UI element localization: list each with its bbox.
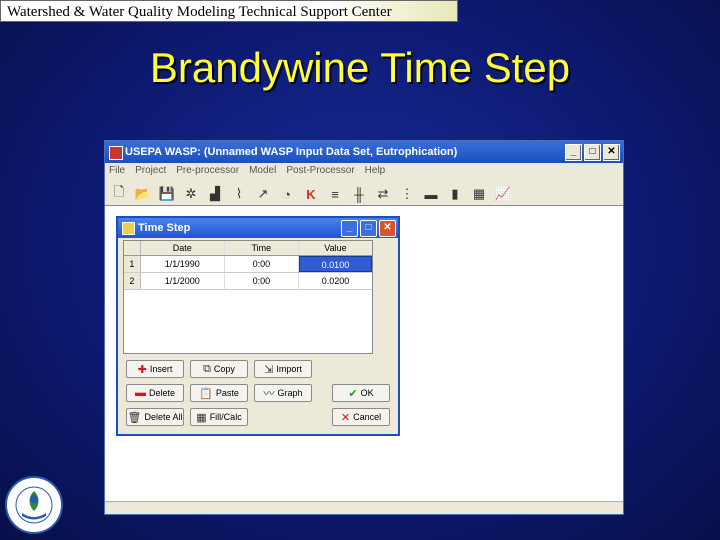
table-row[interactable]: 1 1/1/1990 0:00 0.0100 bbox=[124, 256, 372, 273]
row-number: 2 bbox=[124, 273, 141, 289]
date-column-header[interactable]: Date bbox=[141, 241, 225, 255]
delete-all-button[interactable]: 🗑 Delete All bbox=[126, 408, 184, 426]
delete-button[interactable]: ▬ Delete bbox=[126, 384, 184, 402]
menu-bar: File Project Pre-processor Model Post-Pr… bbox=[105, 163, 623, 179]
insert-button[interactable]: ✚ Insert bbox=[126, 360, 184, 378]
copy-label: Copy bbox=[213, 364, 235, 374]
paste-button[interactable]: 📋 Paste bbox=[190, 384, 248, 402]
menu-project[interactable]: Project bbox=[135, 163, 166, 179]
paste-label: Paste bbox=[215, 388, 239, 398]
time-step-dialog: Time Step _ □ ✕ Date Time Value 1 1/1/19… bbox=[116, 216, 400, 436]
kinetics-icon[interactable]: ◔ bbox=[277, 184, 297, 204]
save-icon[interactable]: 💾 bbox=[157, 184, 177, 204]
minimize-button[interactable]: _ bbox=[565, 144, 582, 161]
output-icon[interactable]: ▮ bbox=[445, 184, 465, 204]
checkmark-icon: ✔ bbox=[348, 387, 358, 400]
delete-label: Delete bbox=[148, 388, 175, 398]
run-icon[interactable]: ↗ bbox=[253, 184, 273, 204]
new-icon[interactable]: 🗋 bbox=[109, 184, 129, 204]
delete-all-label: Delete All bbox=[144, 412, 183, 422]
dialog-maximize-button[interactable]: □ bbox=[360, 220, 377, 237]
date-cell[interactable]: 1/1/2000 bbox=[141, 273, 225, 289]
dialog-close-button[interactable]: ✕ bbox=[379, 220, 396, 237]
fill-calc-button[interactable]: ▦ Fill/Calc bbox=[190, 408, 248, 426]
table-header: Date Time Value bbox=[124, 241, 372, 256]
copy-button[interactable]: ⧉ Copy bbox=[190, 360, 248, 378]
slide-title: Brandywine Time Step bbox=[149, 44, 571, 91]
maximize-button[interactable]: □ bbox=[584, 144, 601, 161]
fill-calc-label: Fill/Calc bbox=[209, 412, 242, 422]
graph-label: Graph bbox=[277, 388, 303, 398]
dialog-minimize-button[interactable]: _ bbox=[341, 220, 358, 237]
minus-icon: ▬ bbox=[134, 387, 146, 399]
copy-icon: ⧉ bbox=[203, 362, 211, 375]
value-cell-selected[interactable]: 0.0100 bbox=[298, 256, 372, 272]
graph-button[interactable]: 〰 Graph bbox=[254, 384, 312, 402]
import-button[interactable]: ⇲ Import bbox=[254, 360, 312, 378]
value-column-header[interactable]: Value bbox=[299, 241, 372, 255]
loads-icon[interactable]: ⋮ bbox=[397, 184, 417, 204]
plus-icon: ✚ bbox=[137, 363, 147, 376]
segments-icon[interactable]: ╫ bbox=[349, 184, 369, 204]
graph-icon[interactable]: ⌇ bbox=[229, 184, 249, 204]
tool-icon[interactable]: ✲ bbox=[181, 184, 201, 204]
open-icon[interactable]: 📂 bbox=[133, 184, 153, 204]
status-bar bbox=[105, 501, 623, 514]
menu-help[interactable]: Help bbox=[365, 163, 386, 179]
cancel-button[interactable]: ✕ Cancel bbox=[332, 408, 390, 426]
dialog-title: Time Step bbox=[138, 222, 191, 234]
boundary-icon[interactable]: ▬ bbox=[421, 184, 441, 204]
k-icon[interactable]: K bbox=[301, 184, 321, 204]
row-number: 1 bbox=[124, 256, 141, 272]
menu-file[interactable]: File bbox=[109, 163, 125, 179]
cancel-label: Cancel bbox=[353, 412, 382, 422]
menu-model[interactable]: Model bbox=[249, 163, 276, 179]
time-column-header[interactable]: Time bbox=[225, 241, 299, 255]
chart-icon[interactable]: ▟ bbox=[205, 184, 225, 204]
trash-icon: 🗑 bbox=[127, 411, 142, 424]
menu-postprocessor[interactable]: Post-Processor bbox=[286, 163, 354, 179]
time-cell[interactable]: 0:00 bbox=[225, 273, 299, 289]
menu-preprocessor[interactable]: Pre-processor bbox=[176, 163, 239, 179]
epa-logo bbox=[4, 475, 64, 535]
graph-icon: 〰 bbox=[263, 388, 275, 400]
insert-label: Insert bbox=[149, 364, 173, 374]
main-window-title: USEPA WASP: (Unnamed WASP Input Data Set… bbox=[125, 146, 458, 158]
date-cell[interactable]: 1/1/1990 bbox=[141, 256, 225, 272]
table-icon[interactable]: ▦ bbox=[469, 184, 489, 204]
ok-label: OK bbox=[360, 388, 374, 398]
row-number-header bbox=[124, 241, 141, 255]
ok-button[interactable]: ✔ OK bbox=[332, 384, 390, 402]
time-step-table: Date Time Value 1 1/1/1990 0:00 0.0100 2… bbox=[123, 240, 373, 354]
calculator-icon: ▦ bbox=[196, 411, 207, 424]
cancel-icon: ✕ bbox=[340, 411, 351, 424]
value-cell[interactable]: 0.0200 bbox=[299, 273, 372, 289]
close-button[interactable]: ✕ bbox=[603, 144, 620, 161]
time-cell[interactable]: 0:00 bbox=[225, 256, 299, 272]
main-window-titlebar[interactable]: USEPA WASP: (Unnamed WASP Input Data Set… bbox=[105, 141, 623, 163]
flow-icon[interactable]: ≡ bbox=[325, 184, 345, 204]
exchange-icon[interactable]: ⇄ bbox=[373, 184, 393, 204]
import-label: Import bbox=[276, 364, 302, 374]
import-icon: ⇲ bbox=[264, 363, 274, 376]
app-icon bbox=[109, 146, 123, 160]
dialog-icon bbox=[122, 222, 135, 235]
plot-icon[interactable]: 📈 bbox=[493, 184, 513, 204]
table-row[interactable]: 2 1/1/2000 0:00 0.0200 bbox=[124, 273, 372, 290]
dialog-titlebar[interactable]: Time Step _ □ ✕ bbox=[118, 218, 398, 238]
paste-icon: 📋 bbox=[199, 387, 213, 400]
banner: Watershed & Water Quality Modeling Techn… bbox=[0, 0, 458, 22]
